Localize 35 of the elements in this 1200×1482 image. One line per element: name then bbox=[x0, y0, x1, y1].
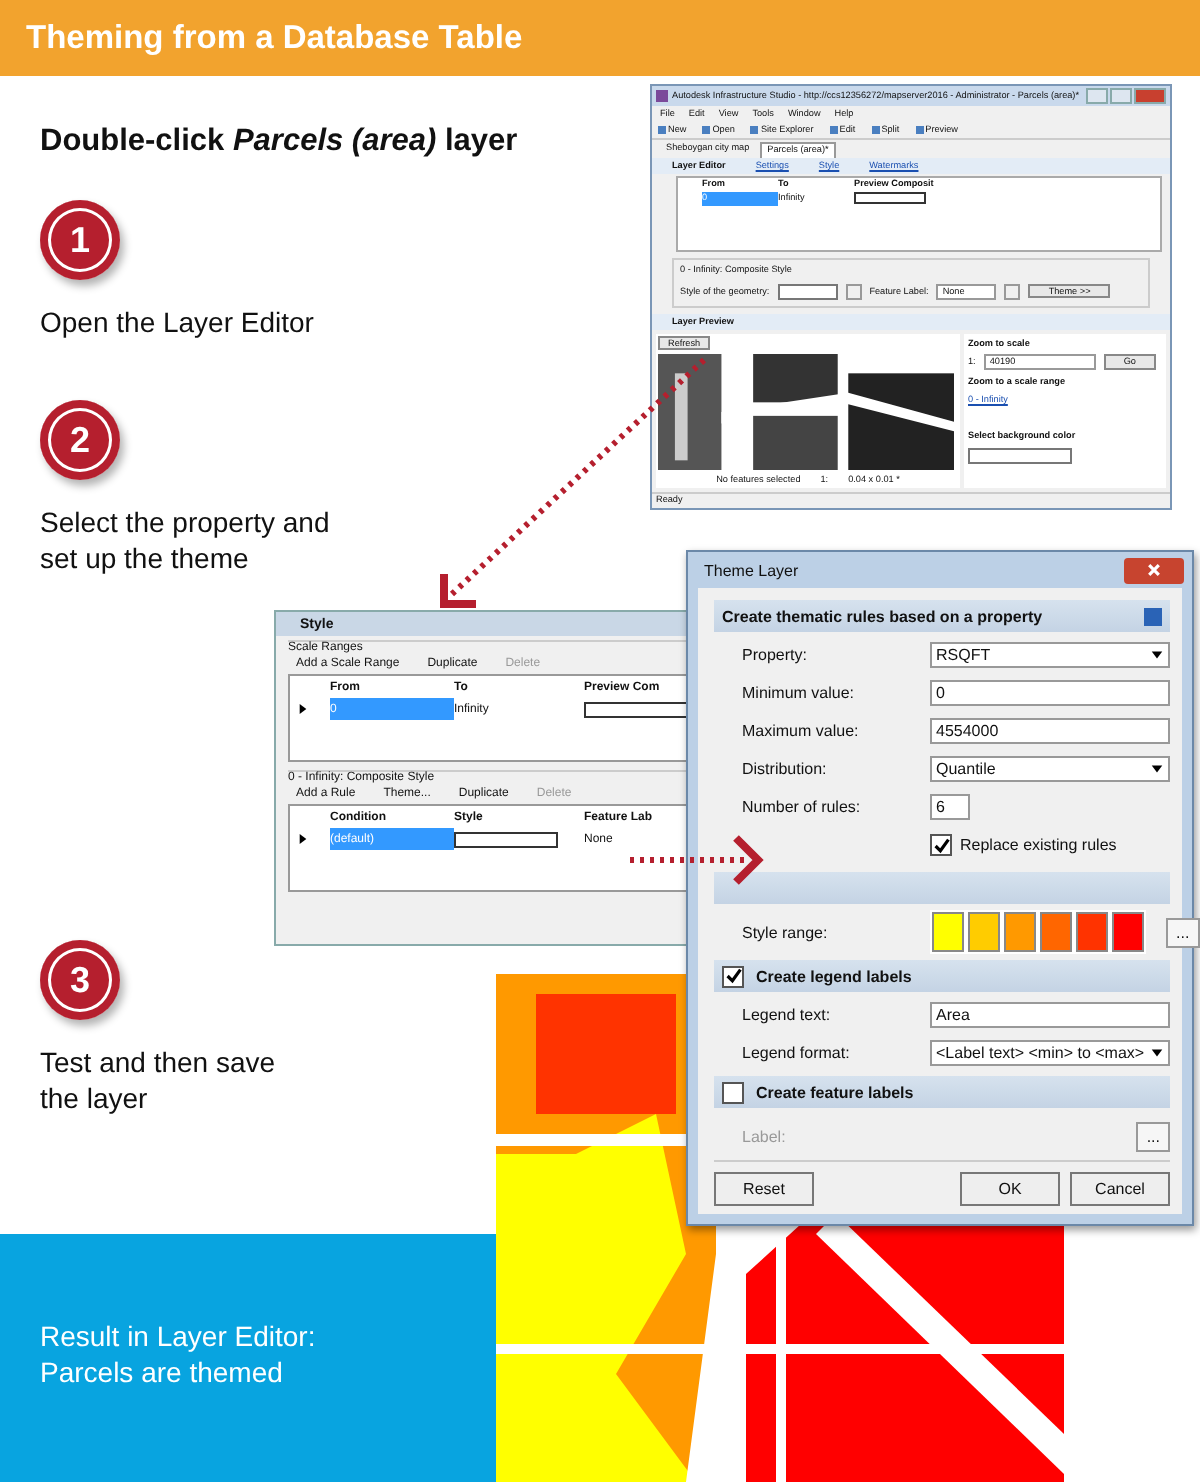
input-field[interactable]: 0 bbox=[930, 680, 1170, 706]
reset-button[interactable]: Reset bbox=[714, 1172, 814, 1206]
field-label: Number of rules: bbox=[740, 798, 863, 816]
browse-button[interactable]: ... bbox=[1136, 1121, 1170, 1151]
dialog-title: Theme Layer bbox=[704, 561, 799, 579]
intro-text: Double-click Parcels (area) layer bbox=[40, 124, 518, 160]
step-number: 2 bbox=[40, 400, 120, 480]
step-text: Test and then save the layer bbox=[40, 1044, 278, 1116]
field-label: Style range: bbox=[740, 923, 830, 941]
field-label: Minimum value: bbox=[740, 684, 857, 702]
step-number: 3 bbox=[40, 940, 120, 1020]
ok-button[interactable]: OK bbox=[960, 1172, 1060, 1206]
dropdown[interactable]: Quantile bbox=[930, 756, 1170, 782]
input-field[interactable]: 6 bbox=[930, 794, 970, 820]
field-label: Distribution: bbox=[740, 760, 829, 778]
result-text: Result in Layer Editor: Parcels are themed bbox=[40, 1318, 318, 1390]
step-text: Select the property and set up the theme bbox=[40, 504, 332, 576]
dropdown[interactable]: <Label text> <min> to <max> bbox=[930, 1040, 1170, 1066]
browse-button[interactable]: ... bbox=[1166, 917, 1200, 947]
dropdown[interactable]: RSQFT bbox=[930, 642, 1170, 668]
field-label: Property: bbox=[740, 646, 809, 664]
field-label: Label: bbox=[740, 1127, 788, 1145]
cancel-button[interactable]: Cancel bbox=[1070, 1172, 1170, 1206]
field-label: Legend format: bbox=[740, 1044, 852, 1062]
field-label: Maximum value: bbox=[740, 722, 861, 740]
input-field[interactable]: 4554000 bbox=[930, 718, 1170, 744]
section-title: Create feature labels bbox=[756, 1083, 914, 1101]
checkbox-label: Replace existing rules bbox=[960, 836, 1117, 854]
input-field[interactable]: Area bbox=[930, 1002, 1170, 1028]
section-title: Create legend labels bbox=[756, 967, 912, 985]
field-label: Legend text: bbox=[740, 1006, 833, 1024]
slide-title: Theming from a Database Table bbox=[26, 19, 523, 57]
step-number: 1 bbox=[40, 200, 120, 280]
section-title: Create thematic rules based on a property bbox=[722, 607, 1043, 625]
step-text: Open the Layer Editor bbox=[40, 304, 316, 340]
